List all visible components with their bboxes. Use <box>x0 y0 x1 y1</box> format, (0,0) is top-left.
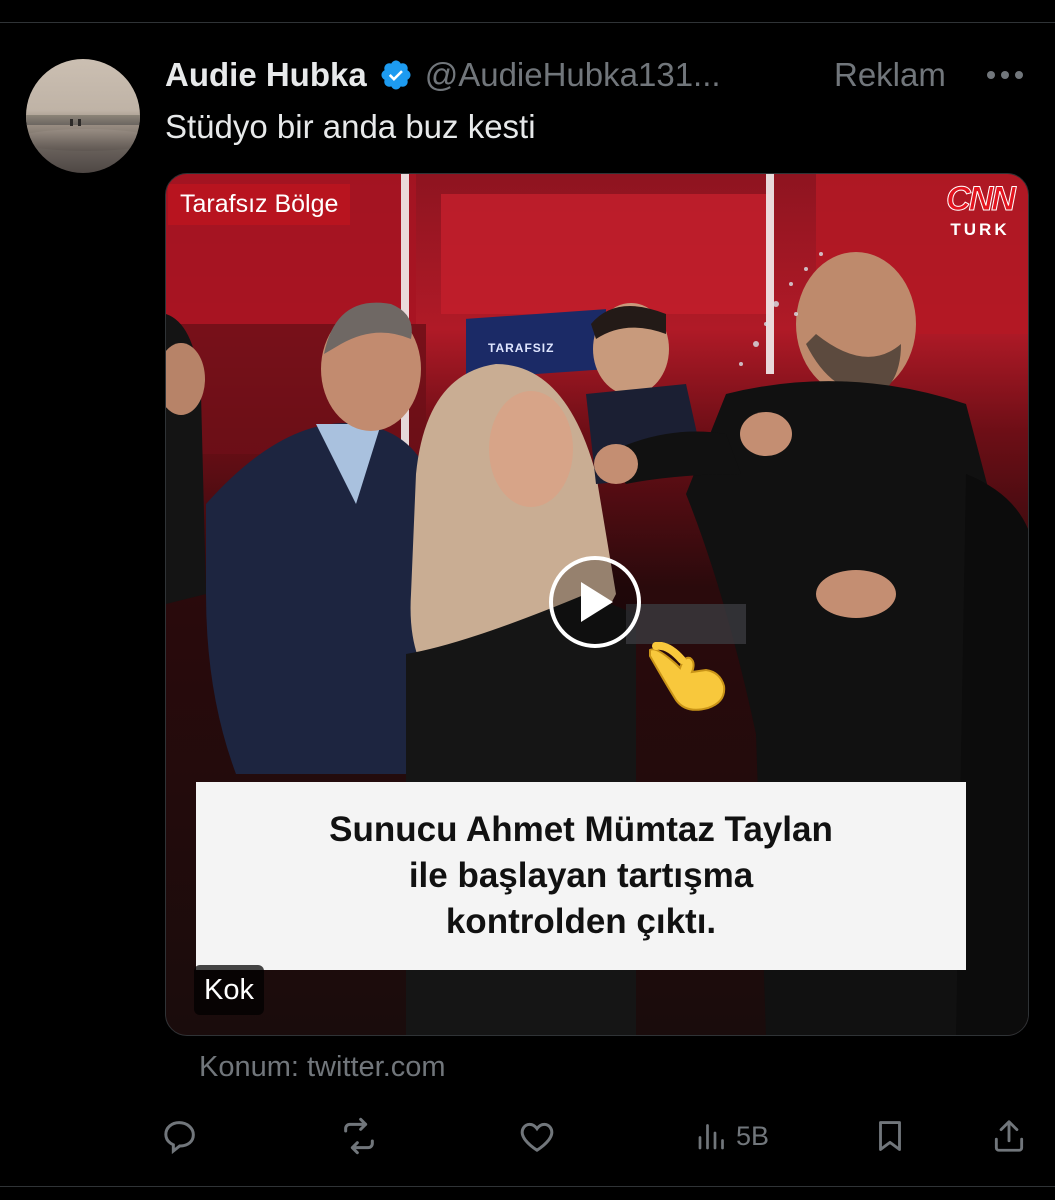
video-caption: Sunucu Ahmet Mümtaz Taylan ile başlayan … <box>196 782 966 970</box>
ad-label: Reklam <box>834 56 946 93</box>
repost-icon <box>338 1116 380 1156</box>
avatar-figure <box>78 119 81 126</box>
author-handle[interactable]: @AudieHubka131... <box>425 56 721 94</box>
channel-logo-sub: TURK <box>950 220 1010 239</box>
author-display-name[interactable]: Audie Hubka <box>165 56 367 94</box>
verified-badge-icon <box>379 58 413 92</box>
reply-icon <box>160 1116 200 1156</box>
post-media-video[interactable]: TARAFSIZ Tarafsız Bölge CNN TURK Sunucu … <box>165 173 1029 1036</box>
channel-logo: CNN TURK <box>940 182 1020 246</box>
play-icon[interactable] <box>549 556 641 648</box>
avatar-figure <box>70 119 73 126</box>
like-icon <box>517 1116 557 1156</box>
author-avatar[interactable] <box>26 59 140 173</box>
reply-button[interactable] <box>160 1110 200 1162</box>
program-name-label: Tarafsız Bölge <box>168 184 351 225</box>
share-icon <box>990 1116 1028 1156</box>
share-button[interactable] <box>990 1110 1028 1162</box>
post-header: Audie Hubka @AudieHubka131... Reklam <box>165 54 1035 96</box>
media-tag-label[interactable]: Kok <box>194 965 264 1015</box>
bookmark-button[interactable] <box>871 1110 909 1162</box>
views-icon <box>694 1116 730 1156</box>
like-button[interactable] <box>517 1110 557 1162</box>
avatar-wave <box>26 129 140 151</box>
caption-line: kontrolden çıktı. <box>445 902 717 941</box>
pointing-hand-emoji-icon <box>646 641 728 714</box>
source-location[interactable]: Konum: twitter.com <box>199 1051 446 1084</box>
post-actions: 5B <box>160 1110 1030 1162</box>
views-button[interactable]: 5B <box>694 1110 769 1162</box>
channel-logo-main: CNN <box>946 180 1017 218</box>
caption-line: Sunucu Ahmet Mümtaz Taylan <box>329 810 833 849</box>
post-text: Stüdyo bir anda buz kesti <box>165 108 536 145</box>
repost-button[interactable] <box>338 1110 380 1162</box>
more-dots-icon[interactable] <box>983 54 1027 96</box>
top-divider <box>0 22 1055 23</box>
caption-line: ile başlayan tartışma <box>408 856 754 895</box>
views-count: 5B <box>736 1120 770 1151</box>
bottom-divider <box>0 1186 1055 1187</box>
avatar-horizon <box>26 115 140 125</box>
bookmark-icon <box>871 1116 909 1156</box>
